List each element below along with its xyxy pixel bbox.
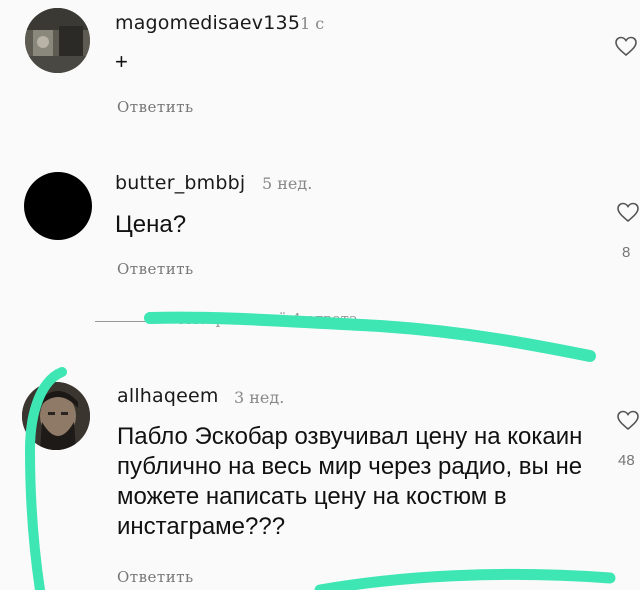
comment-text: Пабло Эскобар озвучивал цену на кокаин п… [117, 423, 583, 540]
divider-line [95, 321, 150, 322]
avatar[interactable] [25, 8, 90, 73]
comment-time: 1 с [300, 14, 325, 33]
heart-icon[interactable] [616, 408, 640, 432]
reply-button[interactable]: Ответить [117, 568, 194, 586]
comment-text: + [115, 49, 128, 74]
view-replies-label: Смотреть ещё 4 ответа [175, 310, 358, 328]
avatar-photo [25, 8, 90, 73]
avatar[interactable] [24, 172, 92, 240]
comment-username[interactable]: magomedisaev135 [115, 12, 300, 34]
avatar-photo [22, 382, 90, 450]
comment-username[interactable]: butter_bmbbj [115, 172, 245, 194]
heart-icon[interactable] [616, 200, 640, 224]
comment-item: butter_bmbbj 5 нед. Цена? Ответить 8 [0, 160, 640, 290]
view-replies-button[interactable]: Смотреть ещё 4 ответа [95, 306, 595, 336]
avatar[interactable] [22, 382, 90, 450]
heart-icon[interactable] [614, 34, 638, 58]
comment-username[interactable]: allhaqeem [117, 385, 219, 407]
like-count: 8 [622, 244, 631, 261]
comment-item: allhaqeem 3 нед. Пабло Эскобар озвучивал… [0, 370, 640, 590]
reply-button[interactable]: Ответить [117, 260, 194, 278]
comment-time: 3 нед. [234, 388, 285, 407]
like-count: 48 [618, 452, 635, 469]
comment-time: 5 нед. [262, 174, 313, 193]
comment-text: Цена? [115, 211, 187, 238]
comment-item: magomedisaev135 1 с + Ответить [0, 0, 640, 130]
reply-button[interactable]: Ответить [117, 98, 194, 116]
